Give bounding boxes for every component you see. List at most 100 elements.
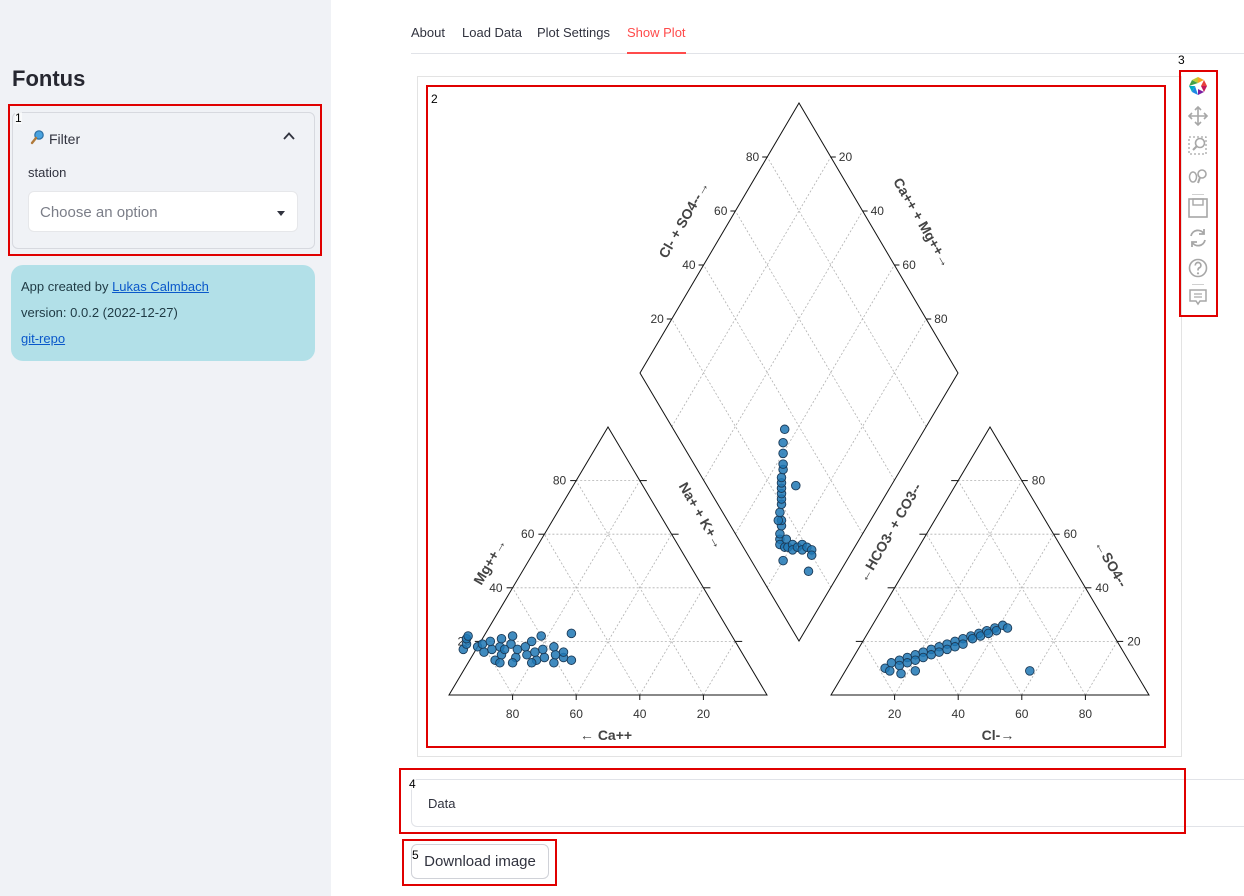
- annotation-number-5: 5: [412, 848, 419, 862]
- diamond-data-point: [776, 472, 787, 483]
- mg-tick-label: 80: [553, 474, 567, 488]
- annotation-number-3: 3: [1178, 53, 1185, 67]
- box-zoom-icon[interactable]: [1186, 134, 1210, 158]
- diamond-grid-line: [735, 264, 895, 535]
- anion-data-point: [902, 658, 913, 668]
- annotation-number-2: 2: [431, 92, 438, 106]
- diamond-data-point: [773, 515, 784, 526]
- anion-data-point: [926, 650, 936, 660]
- piper-plot[interactable]: 2020202020204040404040406060606060608080…: [0, 0, 1244, 896]
- ca-tick-label: 20: [697, 707, 711, 721]
- axis-label-ca-mg: Ca++ + Mg++→: [890, 175, 954, 270]
- anion-data-point: [896, 668, 906, 679]
- cation-grid-line: [544, 533, 641, 696]
- anion-data-point: [934, 647, 944, 657]
- anion-data-point: [918, 652, 928, 663]
- cl-tick-label: 40: [952, 707, 966, 721]
- hover-icon[interactable]: [1186, 286, 1210, 310]
- ca-tick-label: 60: [570, 707, 584, 721]
- cation-data-point: [479, 647, 489, 657]
- diamond-data-point: [779, 424, 790, 435]
- so4-tick-label: 20: [1127, 634, 1141, 648]
- save-icon[interactable]: [1186, 196, 1210, 220]
- diamond-data-point: [775, 507, 785, 518]
- help-icon[interactable]: [1186, 256, 1210, 280]
- diamond-data-point: [778, 555, 788, 566]
- cation-data-point: [550, 650, 561, 660]
- cation-data-point: [539, 652, 550, 663]
- data-expander[interactable]: Data: [411, 779, 1244, 827]
- diamond-grid-line: [735, 210, 895, 481]
- reset-icon[interactable]: [1186, 226, 1210, 250]
- anion-data-point: [886, 658, 897, 668]
- so4-tick-label: 80: [1032, 474, 1046, 488]
- axis-label-cl-so4: Cl- + SO4--→: [655, 178, 712, 260]
- anion-data-point: [885, 666, 895, 676]
- axis-label-na-k: Na+ + K+→: [676, 479, 727, 551]
- ca-tick-label: 40: [633, 707, 647, 721]
- toolbar-separator: [1192, 194, 1204, 195]
- diamond-data-point: [778, 437, 788, 448]
- data-expander-label: Data: [428, 796, 456, 811]
- tick-layer: 2020202020204040404040406060606060608080…: [457, 150, 1140, 721]
- wheel-zoom-icon[interactable]: [1186, 164, 1210, 188]
- diamond-data-point: [778, 459, 788, 469]
- cation-data-point: [463, 631, 473, 641]
- anion-data-point: [950, 642, 960, 652]
- cl-so4-tick-label: 40: [682, 258, 696, 272]
- anion-data-point: [894, 660, 905, 671]
- annotation-number-4: 4: [409, 777, 416, 791]
- cation-data-point: [512, 644, 523, 655]
- anion-data-point: [942, 644, 952, 655]
- axis-label-mg: Mg++→: [470, 536, 509, 588]
- anion-data-point: [910, 666, 921, 676]
- cl-tick-label: 60: [1015, 707, 1029, 721]
- anion-data-point: [958, 639, 968, 649]
- axis-label-cl: Cl-→: [982, 727, 1015, 743]
- diamond-data-point: [806, 550, 817, 560]
- ca-mg-tick-label: 80: [934, 312, 948, 326]
- axis-label-hco3-co3: ←HCO3- + CO3--: [855, 480, 925, 585]
- cation-data-point: [496, 633, 507, 644]
- cation-data-point: [526, 658, 537, 668]
- cation-data-point: [549, 642, 559, 652]
- anion-grid-line: [1085, 641, 1118, 696]
- so4-tick-label: 40: [1095, 581, 1109, 595]
- cation-data-point: [536, 631, 546, 641]
- cl-so4-tick-label: 60: [714, 204, 728, 218]
- ca-mg-tick-label: 40: [871, 204, 885, 218]
- cation-data-point: [495, 658, 505, 668]
- ca-mg-tick-label: 20: [839, 150, 853, 164]
- frame-layer: [448, 102, 1150, 696]
- axis-label-ca: ← Ca++: [580, 727, 632, 743]
- anion-data-point: [1002, 623, 1013, 633]
- bokeh-logo-icon[interactable]: [1186, 74, 1210, 98]
- ca-tick-label: 80: [506, 707, 520, 721]
- cl-tick-label: 80: [1079, 707, 1093, 721]
- pan-icon[interactable]: [1186, 104, 1210, 128]
- cation-data-point: [477, 639, 488, 649]
- grid-layer: [480, 156, 1118, 696]
- cation-data-point: [530, 647, 540, 657]
- cl-so4-tick-label: 80: [746, 150, 760, 164]
- cation-grid-line: [575, 533, 672, 696]
- plot-toolbar: [1183, 70, 1217, 316]
- cation-data-point: [522, 650, 532, 660]
- anion-grid-line: [926, 533, 1023, 696]
- download-image-button[interactable]: Download image: [411, 844, 549, 879]
- cation-data-point: [566, 628, 577, 639]
- cl-so4-tick-label: 20: [650, 312, 664, 326]
- cation-data-point: [566, 655, 577, 665]
- cation-data-point: [558, 647, 569, 657]
- cation-data-point: [526, 636, 537, 647]
- diamond-data-point: [791, 480, 801, 491]
- annotation-number-1: 1: [15, 111, 22, 125]
- anion-data-point: [1025, 666, 1035, 676]
- cation-data-point: [507, 658, 518, 668]
- so4-tick-label: 60: [1064, 527, 1078, 541]
- anion-data-point: [910, 655, 921, 665]
- cation-data-point: [487, 644, 497, 655]
- cation-data-point: [507, 631, 518, 641]
- diamond-data-point: [803, 566, 814, 577]
- ca-mg-tick-label: 60: [902, 258, 916, 272]
